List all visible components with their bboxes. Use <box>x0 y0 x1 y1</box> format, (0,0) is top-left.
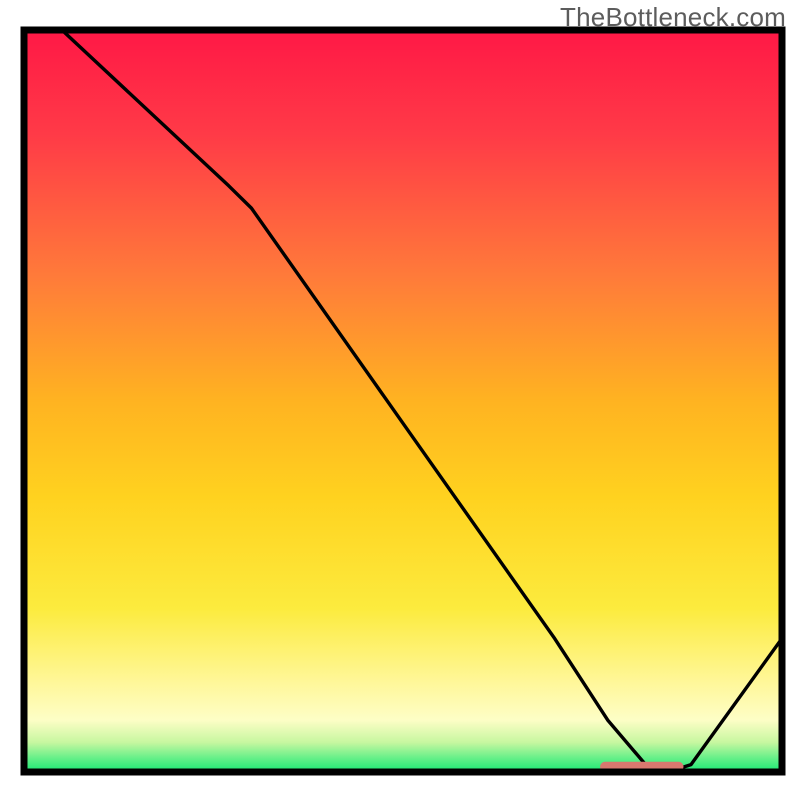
chart-container: TheBottleneck.com <box>0 0 800 800</box>
bottleneck-chart <box>0 0 800 800</box>
heat-background <box>24 30 782 772</box>
watermark-label: TheBottleneck.com <box>560 2 786 33</box>
